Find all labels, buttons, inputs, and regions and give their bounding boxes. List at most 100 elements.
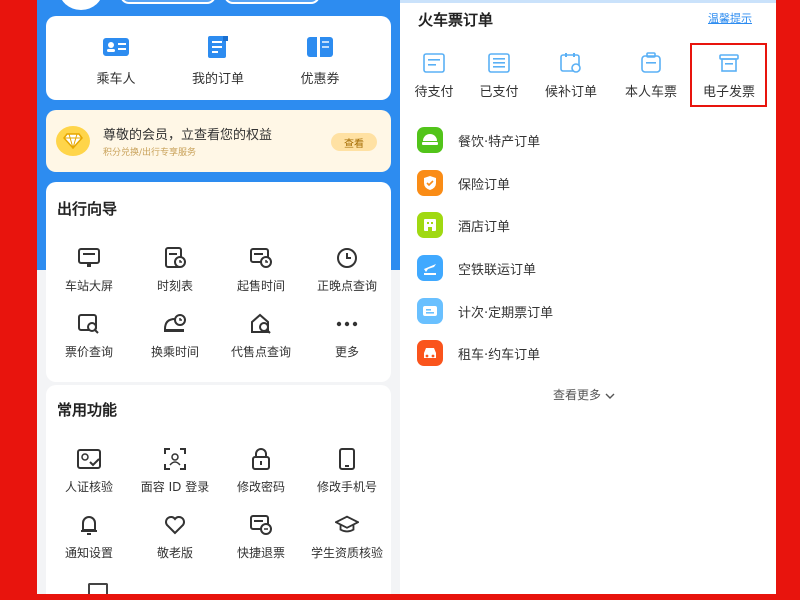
status-paid[interactable]: 已支付 — [461, 52, 537, 100]
func-item-label: 修改手机号 — [316, 480, 377, 494]
agency-query-icon — [249, 312, 273, 336]
right-panel: 火车票订单 温馨提示 待支付 已支付 候补订单 本人车票 电子发票 餐饮·特产订… — [400, 0, 776, 600]
func-item-change-password[interactable]: 修改密码 — [218, 447, 304, 495]
guide-item-delay-query[interactable]: 正晚点查询 — [304, 246, 390, 294]
quick-item-label: 乘车人 — [96, 72, 136, 87]
order-row-air-rail[interactable]: 空铁联运订单 — [417, 254, 536, 282]
order-row-insurance[interactable]: 保险订单 — [417, 169, 510, 197]
timetable-icon — [163, 246, 187, 270]
pending-pay-icon — [423, 52, 445, 74]
red-frame-right — [776, 0, 800, 600]
id-verify-icon — [77, 447, 101, 471]
func-item-label: 快捷退票 — [236, 546, 285, 560]
order-row-hotel[interactable]: 酒店订单 — [417, 211, 510, 239]
guide-item-station-screen[interactable]: 车站大屏 — [46, 246, 132, 294]
lock-icon — [249, 447, 273, 471]
order-label: 酒店订单 — [458, 219, 511, 235]
quick-menu-card: 乘车人 我的订单 优惠券 — [46, 16, 391, 100]
order-label: 餐饮·特产订单 — [458, 134, 541, 150]
order-label: 空铁联运订单 — [458, 262, 537, 278]
diamond-icon — [56, 126, 90, 156]
guide-item-label: 正晚点查询 — [316, 279, 377, 293]
face-id-icon — [163, 447, 187, 471]
guide-item-label: 起售时间 — [236, 279, 285, 293]
hotel-icon — [417, 212, 443, 238]
order-label: 保险订单 — [458, 177, 511, 193]
guide-item-label: 车站大屏 — [64, 279, 113, 293]
quick-refund-icon — [249, 513, 273, 537]
common-functions-card: 常用功能 人证核验 面容 ID 登录 修改密码 修改手机号 通知设置 敬老版 快… — [46, 385, 400, 600]
paid-icon — [488, 52, 510, 74]
phone-icon — [335, 447, 359, 471]
tips-link[interactable]: 温馨提示 — [708, 10, 752, 26]
air-rail-icon — [417, 255, 443, 281]
status-waitlist[interactable]: 候补订单 — [533, 52, 609, 100]
guide-item-label: 换乘时间 — [150, 345, 199, 359]
func-item-student-verify[interactable]: 学生资质核验 — [304, 513, 390, 561]
avatar[interactable] — [59, 0, 103, 10]
sale-time-icon — [249, 246, 273, 270]
status-my-ticket[interactable]: 本人车票 — [613, 52, 689, 100]
food-icon — [417, 127, 443, 153]
order-row-food[interactable]: 餐饮·特产订单 — [417, 126, 540, 154]
func-item-label: 学生资质核验 — [310, 546, 383, 560]
quick-item-orders[interactable]: 我的订单 — [168, 36, 268, 87]
guide-item-fare-query[interactable]: 票价查询 — [46, 312, 132, 360]
guide-item-timetable[interactable]: 时刻表 — [132, 246, 218, 294]
section-title: 常用功能 — [57, 401, 118, 419]
order-row-car-rental[interactable]: 租车·约车订单 — [417, 339, 540, 367]
status-label: 候补订单 — [544, 85, 597, 100]
vip-view-button[interactable]: 查看 — [331, 133, 377, 151]
quick-item-coupon[interactable]: 优惠券 — [270, 36, 370, 87]
quick-item-label: 我的订单 — [191, 72, 244, 87]
func-item-change-phone[interactable]: 修改手机号 — [304, 447, 390, 495]
train-orders-title: 火车票订单 — [418, 11, 494, 29]
guide-item-label: 票价查询 — [64, 345, 113, 359]
header-pill-1[interactable] — [120, 0, 216, 4]
quick-item-passenger[interactable]: 乘车人 — [66, 36, 166, 87]
chevron-down-icon — [605, 388, 615, 402]
func-item-label: 通知设置 — [64, 546, 113, 560]
passenger-card-icon — [102, 36, 130, 58]
guide-item-label: 代售点查询 — [230, 345, 291, 359]
vip-title: 尊敬的会员，立查看您的权益 — [103, 128, 273, 143]
status-label: 已支付 — [479, 85, 519, 100]
coupon-icon — [306, 36, 334, 58]
func-item-quick-refund[interactable]: 快捷退票 — [218, 513, 304, 561]
insurance-icon — [417, 170, 443, 196]
func-item-notification[interactable]: 通知设置 — [46, 513, 132, 561]
my-ticket-icon — [640, 52, 662, 74]
see-more-link[interactable]: 查看更多 — [553, 386, 615, 403]
header-pill-2[interactable] — [224, 0, 320, 4]
guide-item-more[interactable]: 更多 — [304, 312, 390, 360]
graduation-cap-icon — [335, 513, 359, 537]
guide-item-label: 时刻表 — [156, 279, 193, 293]
e-invoice-highlight-box — [690, 43, 767, 107]
vip-subtitle: 积分兑换/出行专享服务 — [103, 148, 197, 158]
func-item-face-id[interactable]: 面容 ID 登录 — [132, 447, 218, 495]
order-label: 计次·定期票订单 — [458, 305, 554, 321]
order-row-pass-ticket[interactable]: 计次·定期票订单 — [417, 297, 553, 325]
guide-item-agency-query[interactable]: 代售点查询 — [218, 312, 304, 360]
pass-ticket-icon — [417, 298, 443, 324]
func-item-id-verify[interactable]: 人证核验 — [46, 447, 132, 495]
station-screen-icon — [77, 246, 101, 270]
transfer-time-icon — [163, 312, 187, 336]
car-rental-icon — [417, 340, 443, 366]
func-item-label: 敬老版 — [156, 546, 193, 560]
quick-item-label: 优惠券 — [300, 72, 340, 87]
guide-item-sale-time[interactable]: 起售时间 — [218, 246, 304, 294]
func-item-label: 面容 ID 登录 — [140, 480, 210, 494]
red-frame-left — [0, 0, 37, 600]
heart-icon — [163, 513, 187, 537]
guide-item-transfer-time[interactable]: 换乘时间 — [132, 312, 218, 360]
vip-card[interactable]: 尊敬的会员，立查看您的权益 积分兑换/出行专享服务 查看 — [46, 110, 391, 172]
left-panel: 乘车人 我的订单 优惠券 尊敬的会员，立查看您的权益 积分兑换/出行专享服务 查… — [37, 0, 400, 600]
more-dots-icon — [335, 312, 359, 336]
func-item-elderly-mode[interactable]: 敬老版 — [132, 513, 218, 561]
status-label: 本人车票 — [624, 85, 677, 100]
travel-guide-card: 出行向导 车站大屏 时刻表 起售时间 正晚点查询 票价查询 换乘时间 代售点查询… — [46, 182, 391, 382]
func-item-label: 修改密码 — [236, 480, 285, 494]
waitlist-icon — [560, 52, 582, 74]
fare-query-icon — [77, 312, 101, 336]
